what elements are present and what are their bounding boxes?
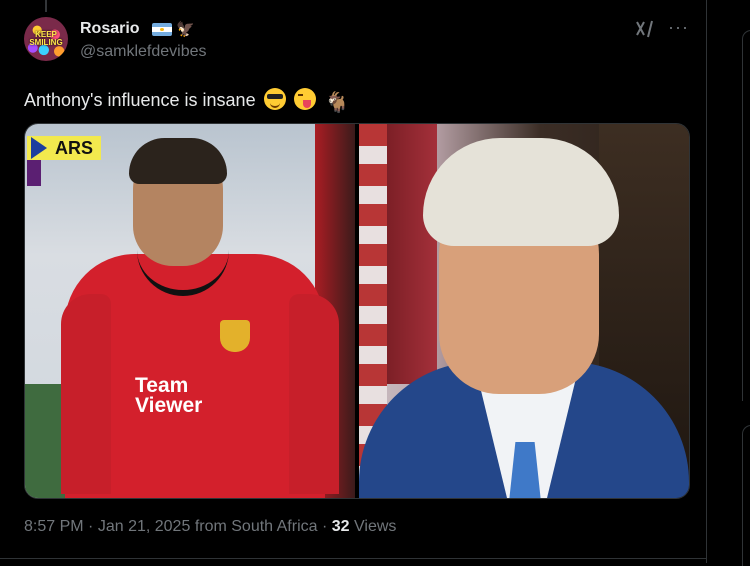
meta-separator: · (88, 518, 94, 535)
club-crest-icon (220, 320, 250, 352)
goat-icon: 🐐 (324, 92, 350, 114)
grok-icon[interactable] (634, 18, 656, 40)
argentina-flag-icon (152, 23, 172, 36)
sponsor-text: Team Viewer (135, 374, 261, 417)
media-image-left[interactable]: Team Viewer ARS (25, 124, 355, 498)
author-display-name[interactable]: Rosario (80, 20, 140, 38)
sidebar-panel-edge (742, 30, 750, 401)
sidebar-panel-edge (742, 425, 750, 566)
thread-connector (45, 0, 47, 12)
broadcast-tag-text: ARS (55, 137, 94, 158)
tweet-bottom-border (0, 558, 706, 559)
tweet-time[interactable]: 8:57 PM (24, 518, 84, 535)
more-icon[interactable]: ··· (668, 17, 689, 38)
broadcast-tag: ARS (27, 136, 102, 160)
timeline-border (706, 0, 707, 563)
sponsor-line-1: Team (135, 374, 189, 397)
author-handle[interactable]: @samklefdevibes (80, 43, 207, 61)
eagle-icon: 🦅 (176, 21, 195, 38)
smiling-face-with-sunglasses-icon (263, 88, 286, 110)
views-label: Views (354, 518, 397, 535)
avatar[interactable]: KEEP SMILING (24, 17, 68, 61)
avatar-text: KEEP SMILING (29, 30, 63, 47)
media-image-right[interactable] (359, 124, 689, 498)
tweet-text-content: Anthony's influence is insane (24, 90, 256, 110)
tweet-date[interactable]: Jan 21, 2025 (98, 518, 191, 535)
sponsor-line-2: Viewer (135, 394, 203, 417)
tweet-text: Anthony's influence is insane 🐐 (24, 88, 350, 115)
broadcast-tag-accent (27, 160, 41, 186)
winking-face-with-tongue-icon (293, 88, 316, 110)
tweet-media[interactable]: Team Viewer ARS (24, 123, 690, 499)
meta-separator: · (321, 518, 328, 535)
tweet-location: from South Africa (194, 518, 318, 535)
views-count: 32 (331, 518, 350, 535)
tweet-meta: 8:57 PM · Jan 21, 2025 from South Africa… (24, 518, 396, 536)
broadcaster-logo-icon (31, 137, 47, 159)
